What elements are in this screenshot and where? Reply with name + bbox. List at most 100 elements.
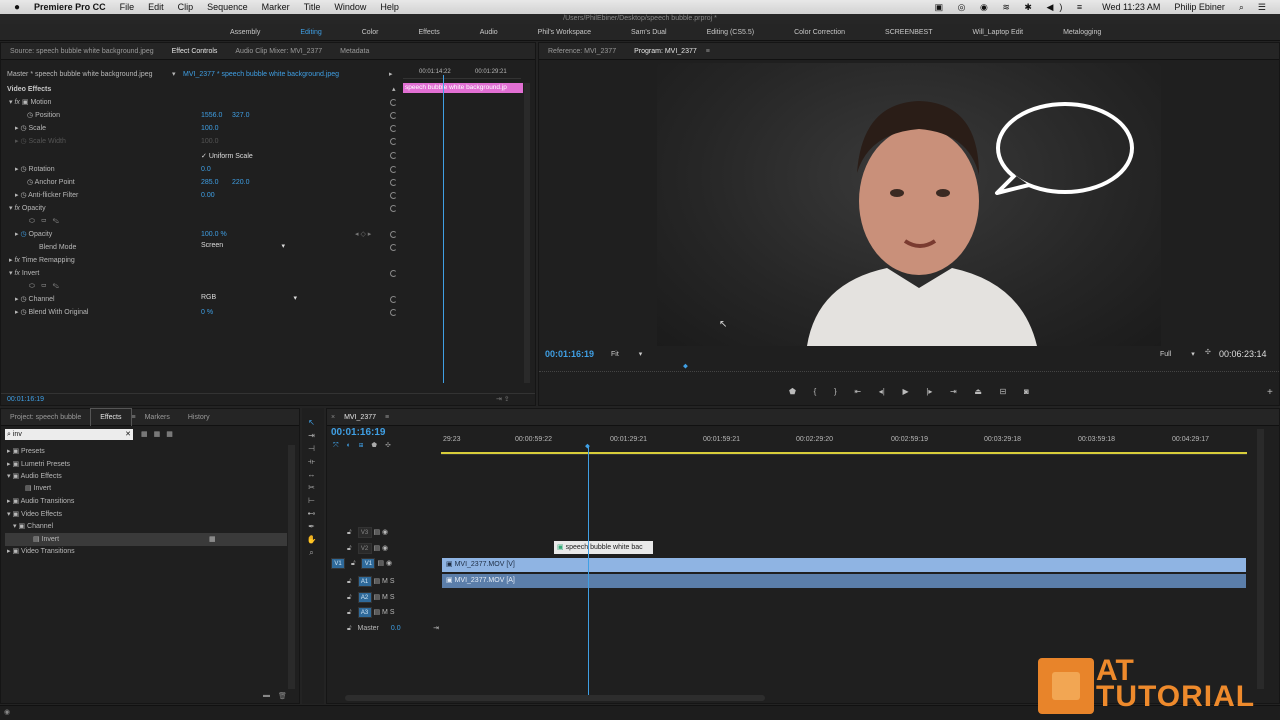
pen-tool-icon[interactable]: ✒	[305, 522, 318, 532]
timeline-vertical-scrollbar[interactable]	[1257, 429, 1264, 689]
blend-mode-select[interactable]: Screen ▾	[201, 242, 287, 252]
eye-icon[interactable]: ◉	[382, 545, 388, 552]
timeline-timecode[interactable]: 00:01:16:19	[331, 427, 385, 438]
timeline-ruler[interactable]	[441, 433, 1247, 455]
mark-out-icon[interactable]: }	[834, 387, 837, 399]
eye-icon[interactable]: ◉	[386, 560, 392, 567]
lock-icon[interactable]: 🔓︎	[347, 625, 352, 632]
dropdown-icon[interactable]: ▾	[172, 70, 176, 78]
rate-stretch-tool-icon[interactable]: ↔	[305, 470, 318, 480]
reset-icon[interactable]	[390, 205, 397, 212]
workspace-metalogging[interactable]: Metalogging	[1063, 29, 1101, 36]
param-channel[interactable]: ▸ ◷ Channel	[15, 293, 55, 306]
tree-video-transitions[interactable]: ▸ ▣ Video Transitions	[7, 545, 75, 558]
hand-tool-icon[interactable]: ✋	[305, 535, 318, 545]
tab-reference[interactable]: Reference: MVI_2377	[539, 43, 625, 60]
param-rotation[interactable]: ▸ ◷ Rotation	[15, 163, 55, 176]
param-invert[interactable]: ▾ fx Invert	[9, 267, 39, 280]
param-opacity[interactable]: ▸ ◷ Opacity	[15, 228, 52, 241]
mute-button[interactable]: M	[382, 594, 388, 601]
position-y-value[interactable]: 327.0	[232, 112, 250, 119]
sync-lock-icon[interactable]: ▤	[377, 560, 384, 567]
workspace-will-laptop[interactable]: Will_Laptop Edit	[973, 29, 1024, 36]
param-scale[interactable]: ▸ ◷ Scale	[15, 122, 46, 135]
extract-icon[interactable]: ⊟	[1000, 387, 1007, 399]
pen-mask-icon[interactable]: ✎	[53, 283, 65, 290]
ec-clip-bar[interactable]: speech bubble white background.jp	[403, 83, 523, 93]
eye-icon[interactable]: ◉	[382, 529, 388, 536]
tab-effects[interactable]: Effects	[90, 408, 132, 426]
pen-mask-icon[interactable]: ✎	[53, 218, 65, 225]
wrench-icon[interactable]: ✣	[1205, 348, 1211, 356]
ec-timecode[interactable]: 00:01:16:19	[7, 396, 44, 403]
track-label-v3[interactable]: V3	[357, 527, 372, 538]
solo-button[interactable]: S	[390, 609, 395, 616]
mute-button[interactable]: M	[382, 578, 388, 585]
program-timecode[interactable]: 00:01:16:19	[545, 349, 594, 359]
blend-original-value[interactable]: 0 %	[201, 309, 213, 316]
lock-icon[interactable]: 🔓︎	[347, 594, 352, 601]
rect-mask-icon[interactable]: ▭	[41, 218, 53, 225]
solo-button[interactable]: S	[390, 578, 395, 585]
effects-scrollbar[interactable]	[288, 445, 295, 689]
menu-file[interactable]: File	[120, 2, 135, 12]
sync-lock-icon[interactable]: ▤	[373, 578, 380, 585]
tab-metadata[interactable]: Metadata	[331, 43, 378, 60]
anchor-y-value[interactable]: 220.0	[232, 179, 250, 186]
notification-icon[interactable]: ☰	[1258, 2, 1266, 13]
step-back-icon[interactable]: ◂|	[879, 387, 885, 399]
track-label-v2[interactable]: V2	[357, 543, 372, 554]
reset-icon[interactable]	[390, 231, 397, 238]
delete-icon[interactable]: 🗑	[278, 692, 287, 700]
reset-icon[interactable]	[390, 192, 397, 199]
reset-icon[interactable]	[390, 112, 397, 119]
param-anchor-point[interactable]: ◷ Anchor Point	[27, 176, 75, 189]
tab-effect-controls[interactable]: Effect Controls	[163, 43, 227, 60]
lock-icon[interactable]: 🔓︎	[347, 609, 352, 616]
menu-sequence[interactable]: Sequence	[207, 2, 248, 12]
lock-icon[interactable]: 🔓︎	[351, 560, 356, 567]
ellipse-mask-icon[interactable]: ⬭	[29, 218, 41, 225]
play-icon[interactable]: ▶	[902, 387, 908, 399]
export-frame-icon[interactable]: ◙	[1024, 387, 1029, 399]
reset-icon[interactable]	[390, 309, 397, 316]
menu-help[interactable]: Help	[380, 2, 399, 12]
tab-source[interactable]: Source: speech bubble white background.j…	[1, 43, 163, 60]
reset-icon[interactable]	[390, 166, 397, 173]
param-motion[interactable]: ▾ fx ▣ Motion	[9, 96, 51, 109]
tree-presets[interactable]: ▸ ▣ Presets	[7, 445, 45, 458]
timeline-playhead[interactable]	[588, 445, 589, 695]
spotlight-icon[interactable]: ⌕	[1239, 2, 1244, 13]
track-select-tool-icon[interactable]: ⇥	[305, 431, 318, 441]
sync-lock-icon[interactable]: ▤	[373, 529, 380, 536]
step-forward-icon[interactable]: |▸	[926, 387, 932, 399]
rotation-value[interactable]: 0.0	[201, 166, 211, 173]
reset-icon[interactable]	[390, 138, 397, 145]
ec-footer-icons[interactable]: ⇥ ⇪	[496, 395, 510, 403]
tree-audio-transitions[interactable]: ▸ ▣ Audio Transitions	[7, 495, 74, 508]
sync-lock-icon[interactable]: ▤	[373, 609, 380, 616]
scale-value[interactable]: 100.0	[201, 125, 219, 132]
anti-flicker-value[interactable]: 0.00	[201, 192, 215, 199]
source-patch-v1[interactable]: V1	[331, 558, 345, 569]
lift-icon[interactable]: ⏏	[974, 387, 982, 399]
reset-icon[interactable]	[390, 270, 397, 277]
sync-lock-icon[interactable]: ▤	[373, 594, 380, 601]
position-x-value[interactable]: 1556.0	[201, 112, 222, 119]
track-label-v1[interactable]: V1	[361, 558, 376, 569]
reset-icon[interactable]	[390, 179, 397, 186]
mute-button[interactable]: M	[382, 609, 388, 616]
workspace-screenbest[interactable]: SCREENBEST	[885, 29, 932, 36]
timeline-playhead-handle[interactable]: ⬥	[585, 443, 590, 451]
workspace-phils[interactable]: Phil's Workspace	[538, 29, 591, 36]
workspace-color-correction[interactable]: Color Correction	[794, 29, 845, 36]
reset-icon[interactable]	[390, 152, 397, 159]
clip-v2-speech-bubble[interactable]: ▣ speech bubble white bac	[554, 541, 653, 554]
slide-tool-icon[interactable]: ⊷	[305, 509, 318, 519]
apple-icon[interactable]: ●	[14, 2, 20, 13]
app-menu[interactable]: Premiere Pro CC	[34, 2, 106, 12]
settings-wrench-icon[interactable]: ✣	[385, 442, 399, 449]
workspace-assembly[interactable]: Assembly	[230, 29, 260, 36]
clip-v1-video[interactable]: ▣ MVI_2377.MOV [V]	[442, 558, 1246, 572]
go-to-in-icon[interactable]: ⇤	[854, 387, 861, 399]
